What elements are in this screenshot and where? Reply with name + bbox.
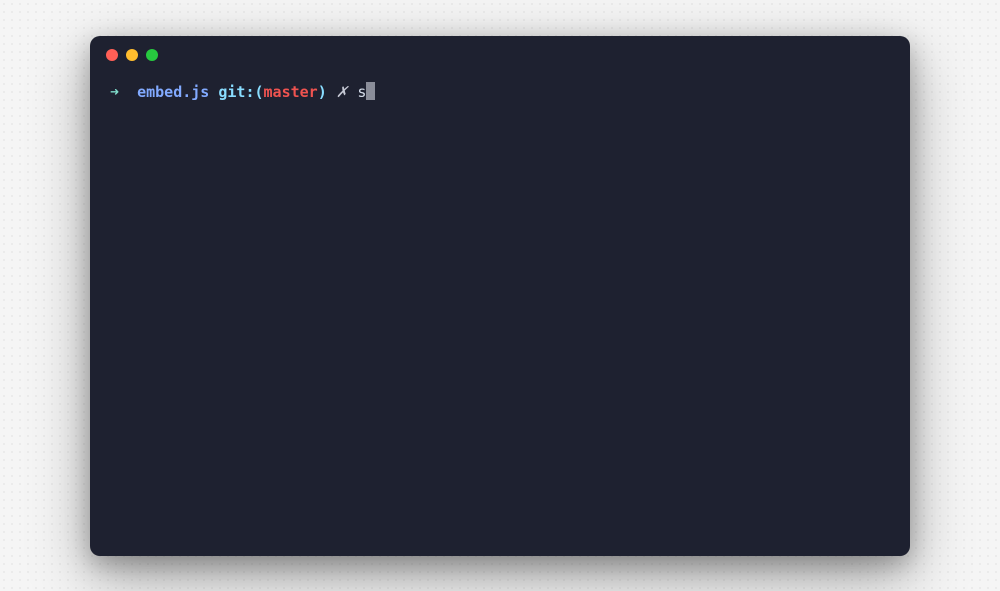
window-titlebar bbox=[90, 36, 910, 74]
git-paren-close: ) bbox=[318, 80, 327, 104]
prompt-arrow-icon: ➜ bbox=[110, 80, 119, 104]
minimize-icon[interactable] bbox=[126, 49, 138, 61]
git-label: git: bbox=[218, 80, 254, 104]
terminal-window: ➜ embed.js git:(master) ✗ s bbox=[90, 36, 910, 556]
git-paren-open: ( bbox=[255, 80, 264, 104]
close-icon[interactable] bbox=[106, 49, 118, 61]
terminal-body[interactable]: ➜ embed.js git:(master) ✗ s bbox=[90, 74, 910, 556]
git-branch: master bbox=[264, 80, 318, 104]
cursor-icon bbox=[366, 82, 375, 100]
maximize-icon[interactable] bbox=[146, 49, 158, 61]
typed-input: s bbox=[357, 80, 366, 104]
git-dirty-icon: ✗ bbox=[336, 80, 349, 104]
current-directory: embed.js bbox=[137, 80, 209, 104]
prompt-line: ➜ embed.js git:(master) ✗ s bbox=[110, 80, 890, 104]
